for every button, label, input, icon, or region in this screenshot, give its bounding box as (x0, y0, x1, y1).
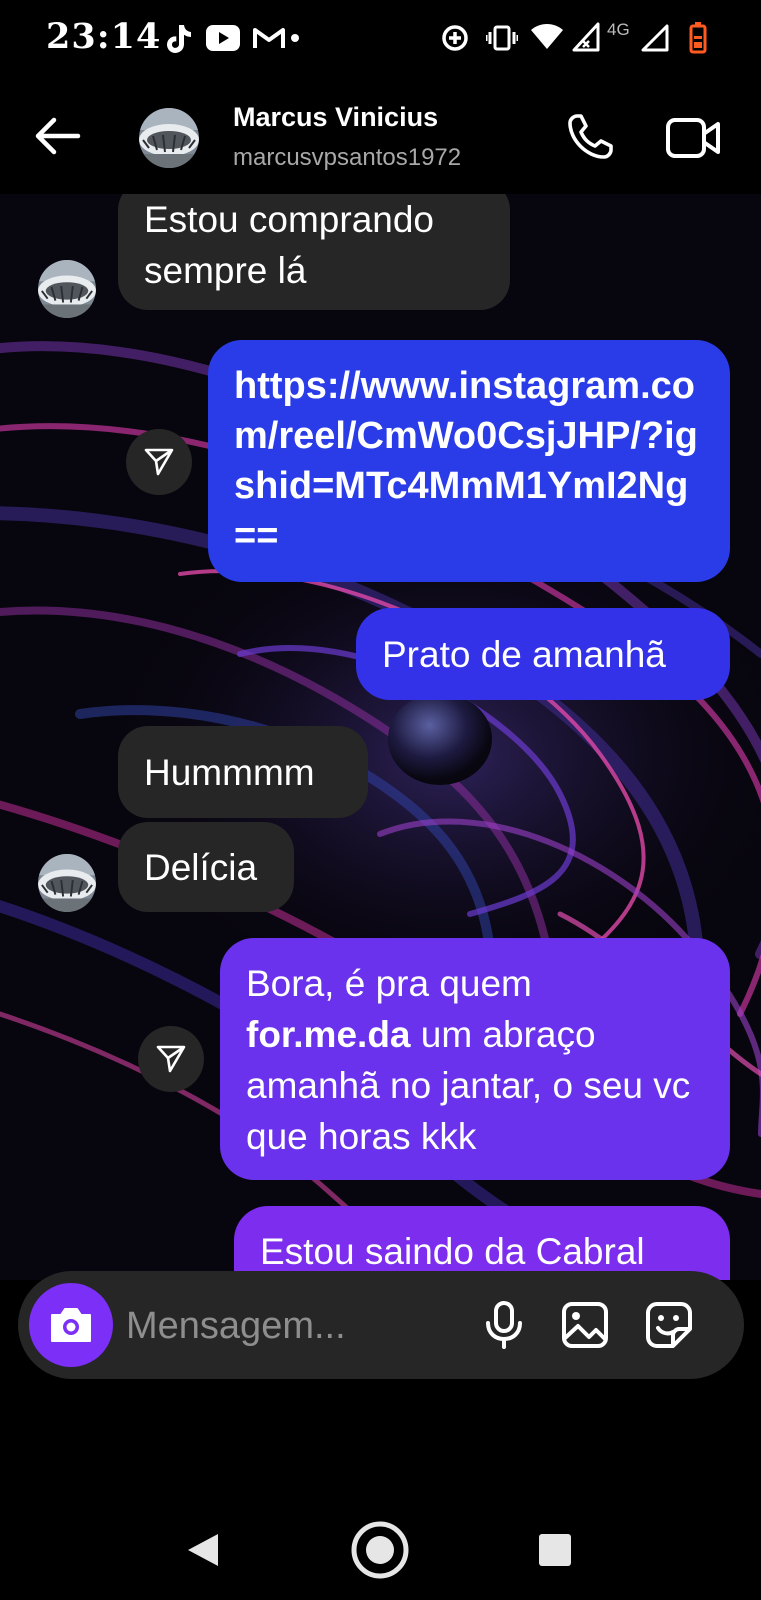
message-bubble-incoming[interactable]: Estou comprando sempre lá (118, 194, 510, 310)
share-button[interactable] (138, 1026, 204, 1092)
wifi-icon (531, 24, 563, 49)
vibrate-icon (486, 25, 518, 51)
send-icon (144, 448, 174, 476)
back-triangle-icon[interactable] (186, 1532, 220, 1568)
data-saver-icon (442, 25, 468, 51)
status-time: 23:14 (46, 16, 162, 57)
video-camera-icon[interactable] (665, 114, 721, 162)
signal-icon (641, 24, 669, 52)
avatar[interactable] (139, 108, 199, 168)
camera-button[interactable] (29, 1283, 113, 1367)
tiktok-icon (167, 25, 191, 53)
dot-icon (291, 34, 299, 42)
youtube-icon (206, 25, 240, 51)
message-link[interactable]: https://www.instagram.com/reel/CmWo0CsjJ… (208, 340, 730, 582)
battery-low-icon (689, 22, 707, 54)
home-circle-icon[interactable] (350, 1520, 410, 1580)
chat-messages[interactable]: Estou comprando sempre lá https://www.in… (0, 194, 761, 1280)
gallery-icon[interactable] (559, 1299, 611, 1351)
send-icon (156, 1045, 186, 1073)
message-bubble-outgoing[interactable]: Estou saindo da Cabral (234, 1206, 730, 1280)
message-text: Bora, é pra quem (246, 963, 532, 1004)
message-composer (18, 1271, 744, 1379)
signal-icon (572, 22, 600, 52)
gmail-icon (253, 28, 285, 48)
camera-icon (51, 1308, 91, 1342)
phone-icon[interactable] (565, 112, 615, 162)
share-button[interactable] (126, 429, 192, 495)
chat-header: Marcus Vinicius marcusvpsantos1972 (0, 80, 761, 194)
recents-square-icon[interactable] (538, 1533, 572, 1567)
sender-avatar[interactable] (38, 854, 96, 912)
back-arrow-icon[interactable] (34, 116, 82, 156)
sender-avatar[interactable] (38, 260, 96, 318)
message-bubble-outgoing[interactable]: Prato de amanhã (356, 608, 730, 700)
system-navigation-bar (0, 1490, 761, 1600)
contact-name[interactable]: Marcus Vinicius (233, 102, 438, 133)
status-bar: 23:14 4G (0, 0, 761, 80)
microphone-icon[interactable] (478, 1299, 530, 1351)
contact-username[interactable]: marcusvpsantos1972 (233, 144, 461, 172)
sticker-icon[interactable] (643, 1299, 695, 1351)
message-input[interactable] (126, 1301, 466, 1351)
message-mention[interactable]: for.me.da (246, 1014, 411, 1055)
network-type-label: 4G (607, 20, 630, 39)
message-bubble-outgoing[interactable]: Bora, é pra quem for.me.da um abraço ama… (220, 938, 730, 1180)
message-bubble-incoming[interactable]: Delícia (118, 822, 294, 912)
message-bubble-incoming[interactable]: Hummmm (118, 726, 368, 818)
